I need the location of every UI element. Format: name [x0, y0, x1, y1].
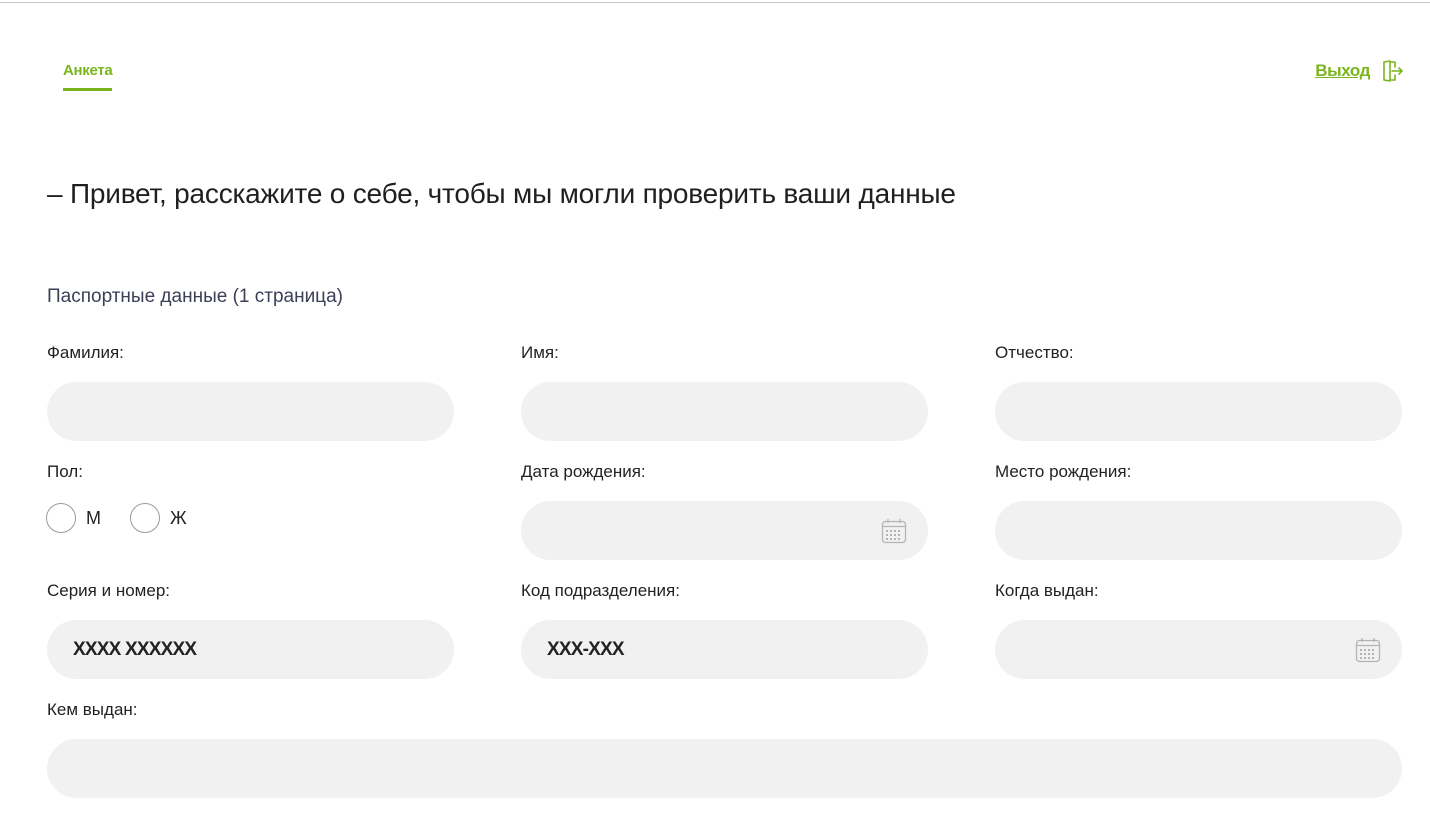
logout-label[interactable]: Выход	[1315, 61, 1370, 81]
tab-anketa[interactable]: Анкета	[63, 62, 113, 91]
series-number-input[interactable]	[47, 620, 454, 679]
division-code-label: Код подразделения:	[521, 581, 680, 600]
radio-zh[interactable]	[130, 503, 160, 533]
radio-m[interactable]	[46, 503, 76, 533]
issued-by-input[interactable]	[47, 739, 1402, 798]
section-title: Паспортные данные (1 страница)	[47, 286, 343, 307]
surname-label: Фамилия:	[47, 343, 124, 362]
radio-m-label[interactable]: М	[86, 508, 101, 529]
gender-option-m[interactable]: М	[46, 503, 101, 533]
patronymic-label: Отчество:	[995, 343, 1074, 362]
radio-zh-label[interactable]: Ж	[170, 508, 187, 529]
division-code-input[interactable]	[521, 620, 928, 679]
issue-date-label: Когда выдан:	[995, 581, 1099, 600]
gender-label: Пол:	[47, 462, 83, 481]
gender-option-zh[interactable]: Ж	[130, 503, 187, 533]
page-greeting: – Привет, расскажите о себе, чтобы мы мо…	[47, 178, 956, 209]
issue-date-input[interactable]	[995, 620, 1402, 679]
patronymic-input[interactable]	[995, 382, 1402, 441]
top-divider	[0, 2, 1430, 3]
name-input[interactable]	[521, 382, 928, 441]
series-number-label: Серия и номер:	[47, 581, 170, 600]
calendar-icon[interactable]	[1355, 637, 1381, 663]
birth-place-input[interactable]	[995, 501, 1402, 560]
name-label: Имя:	[521, 343, 559, 362]
birth-date-input[interactable]	[521, 501, 928, 560]
gender-radio-group: М Ж	[46, 503, 216, 533]
logout-icon[interactable]	[1381, 60, 1403, 82]
surname-input[interactable]	[47, 382, 454, 441]
birth-date-label: Дата рождения:	[521, 462, 646, 481]
issued-by-label: Кем выдан:	[47, 700, 138, 719]
calendar-icon[interactable]	[881, 518, 907, 544]
birth-place-label: Место рождения:	[995, 462, 1132, 481]
logout-button[interactable]: Выход	[1315, 60, 1403, 82]
